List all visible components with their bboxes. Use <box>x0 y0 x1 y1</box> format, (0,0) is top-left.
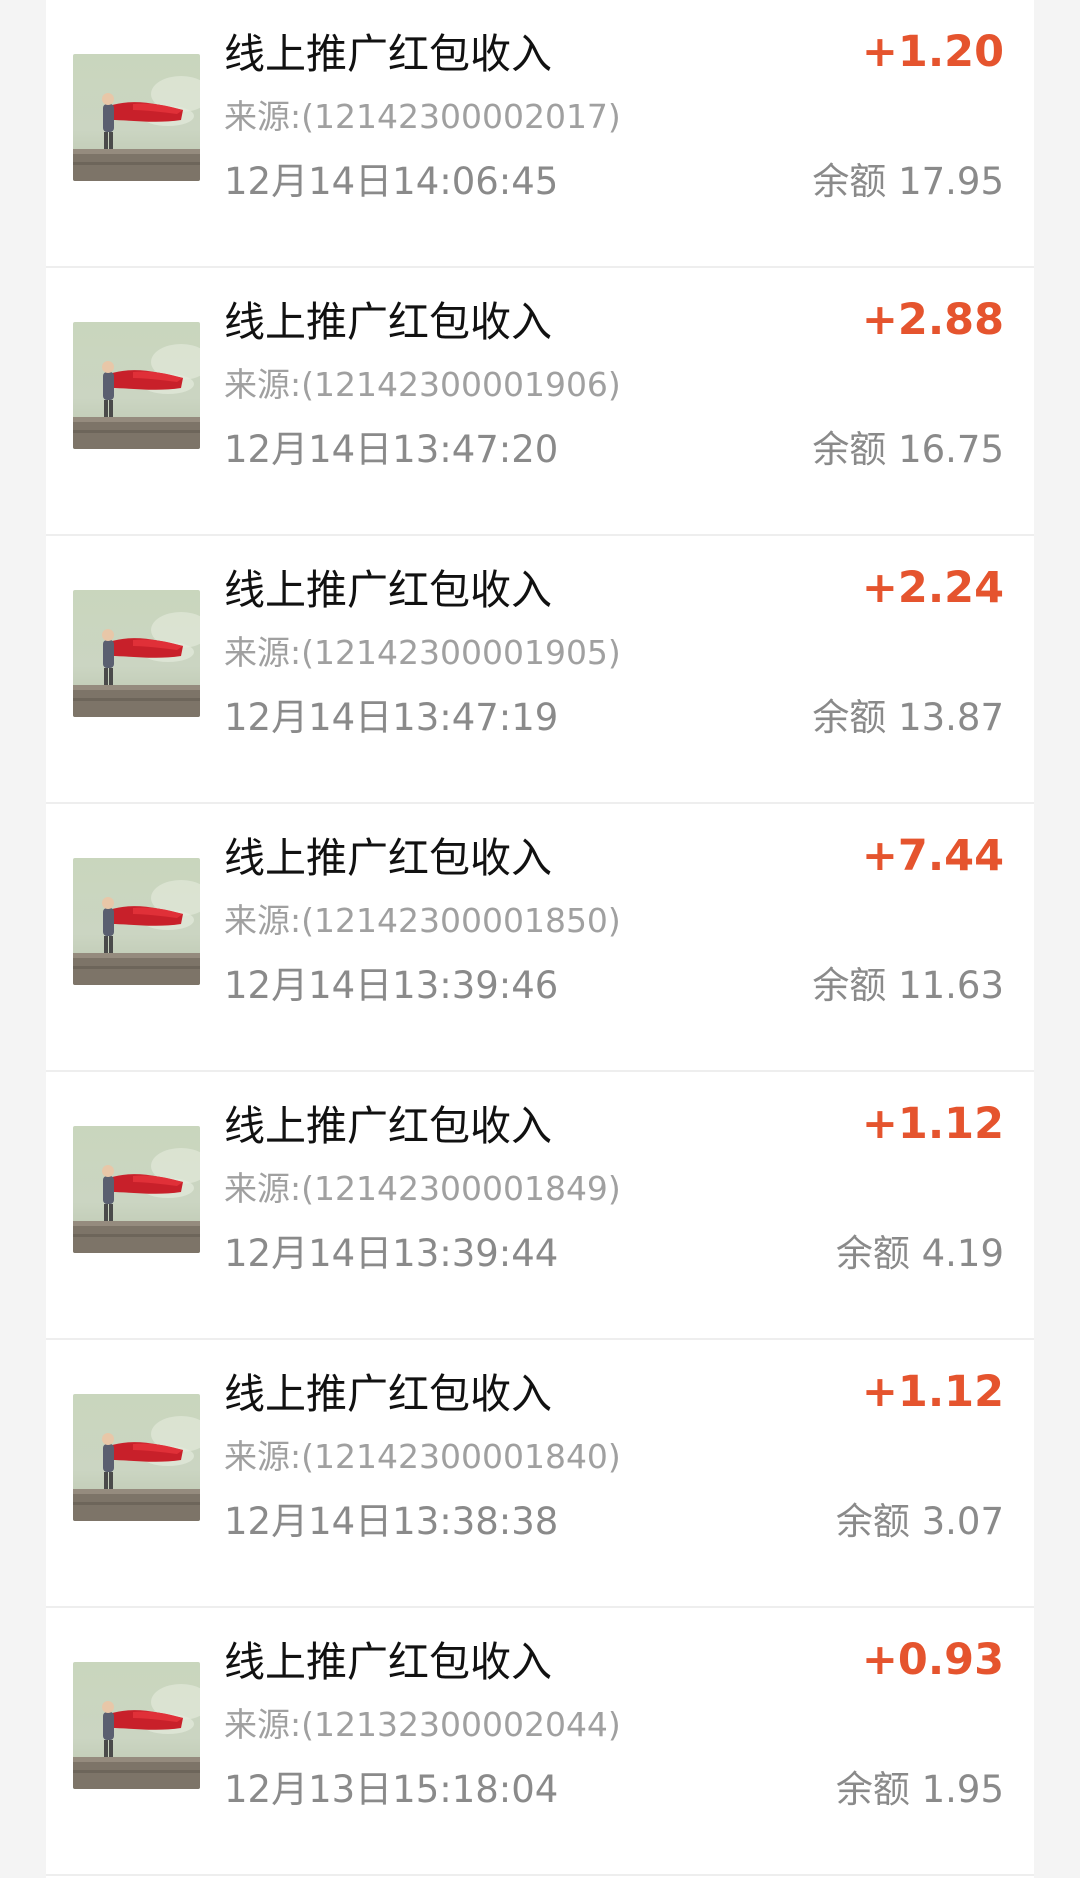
transaction-row[interactable]: 线上推广红包收入 +1.20 来源:(12142300002017) 12月14… <box>46 0 1034 268</box>
transaction-balance: 余额 16.75 <box>812 428 1004 471</box>
transaction-time: 12月14日13:39:46 <box>224 964 559 1007</box>
avatar <box>73 858 200 985</box>
avatar <box>73 1126 200 1253</box>
transaction-balance: 余额 4.19 <box>835 1232 1004 1275</box>
transaction-balance: 余额 13.87 <box>812 696 1004 739</box>
avatar <box>73 1662 200 1789</box>
transaction-source: 来源:(12142300002017) <box>224 97 621 136</box>
avatar <box>73 54 200 181</box>
transaction-title: 线上推广红包收入 <box>224 298 552 346</box>
transaction-source: 来源:(12142300001906) <box>224 365 621 404</box>
child-with-red-cape-avatar-icon <box>73 1126 200 1253</box>
transaction-amount: +1.20 <box>861 27 1004 77</box>
row-divider <box>46 1874 1034 1876</box>
child-with-red-cape-avatar-icon <box>73 1662 200 1789</box>
transaction-time: 12月14日13:47:20 <box>224 428 559 471</box>
transaction-amount: +1.12 <box>861 1367 1004 1417</box>
transaction-amount: +2.88 <box>861 295 1004 345</box>
child-with-red-cape-avatar-icon <box>73 590 200 717</box>
transaction-time: 12月14日13:39:44 <box>224 1232 559 1275</box>
transaction-amount: +1.12 <box>861 1099 1004 1149</box>
transaction-balance: 余额 1.95 <box>835 1768 1004 1811</box>
transaction-list: 线上推广红包收入 +1.20 来源:(12142300002017) 12月14… <box>46 0 1034 1878</box>
transaction-row[interactable]: 线上推广红包收入 +2.88 来源:(12142300001906) 12月14… <box>46 268 1034 536</box>
transaction-title: 线上推广红包收入 <box>224 1102 552 1150</box>
transaction-title: 线上推广红包收入 <box>224 566 552 614</box>
transaction-row[interactable]: 线上推广红包收入 +1.12 来源:(12142300001840) 12月14… <box>46 1340 1034 1608</box>
child-with-red-cape-avatar-icon <box>73 1394 200 1521</box>
transaction-source: 来源:(12142300001840) <box>224 1437 621 1476</box>
transaction-time: 12月13日15:18:04 <box>224 1768 559 1811</box>
transaction-time: 12月14日14:06:45 <box>224 160 559 203</box>
child-with-red-cape-avatar-icon <box>73 322 200 449</box>
child-with-red-cape-avatar-icon <box>73 858 200 985</box>
transaction-title: 线上推广红包收入 <box>224 1370 552 1418</box>
transaction-source: 来源:(12132300002044) <box>224 1705 621 1744</box>
transaction-amount: +0.93 <box>861 1635 1004 1685</box>
transaction-time: 12月14日13:38:38 <box>224 1500 559 1543</box>
transaction-balance: 余额 3.07 <box>835 1500 1004 1543</box>
avatar <box>73 590 200 717</box>
transaction-row[interactable]: 线上推广红包收入 +2.24 来源:(12142300001905) 12月14… <box>46 536 1034 804</box>
transaction-source: 来源:(12142300001850) <box>224 901 621 940</box>
transaction-balance: 余额 17.95 <box>812 160 1004 203</box>
transaction-time: 12月14日13:47:19 <box>224 696 559 739</box>
transaction-row[interactable]: 线上推广红包收入 +1.12 来源:(12142300001849) 12月14… <box>46 1072 1034 1340</box>
transaction-title: 线上推广红包收入 <box>224 30 552 78</box>
transaction-row[interactable]: 线上推广红包收入 +0.93 来源:(12132300002044) 12月13… <box>46 1608 1034 1876</box>
avatar <box>73 1394 200 1521</box>
transaction-title: 线上推广红包收入 <box>224 834 552 882</box>
transaction-title: 线上推广红包收入 <box>224 1638 552 1686</box>
avatar <box>73 322 200 449</box>
transaction-row[interactable]: 线上推广红包收入 +7.44 来源:(12142300001850) 12月14… <box>46 804 1034 1072</box>
transaction-balance: 余额 11.63 <box>812 964 1004 1007</box>
transaction-source: 来源:(12142300001849) <box>224 1169 621 1208</box>
transaction-amount: +7.44 <box>861 831 1004 881</box>
transaction-source: 来源:(12142300001905) <box>224 633 621 672</box>
transaction-amount: +2.24 <box>861 563 1004 613</box>
child-with-red-cape-avatar-icon <box>73 54 200 181</box>
